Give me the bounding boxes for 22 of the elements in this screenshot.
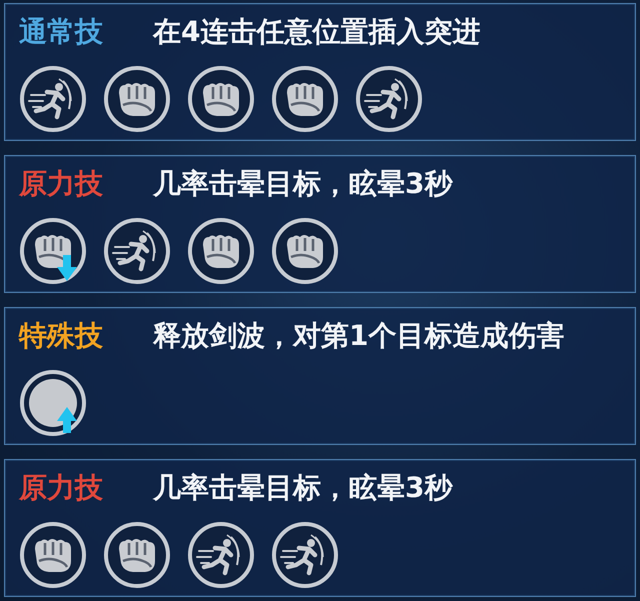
disc-icon xyxy=(19,369,87,437)
skill-type-title: 通常技 xyxy=(19,18,104,46)
skill-type-title: 原力技 xyxy=(19,170,104,198)
skill-type-title: 特殊技 xyxy=(19,322,104,350)
fist-icon xyxy=(271,217,339,285)
runner-icon xyxy=(355,65,423,133)
skill-description: 几率击晕目标，眩晕3秒 xyxy=(153,170,452,198)
fist-icon xyxy=(19,217,87,285)
skill-type-title: 原力技 xyxy=(19,474,104,502)
fist-icon xyxy=(19,521,87,589)
fist-icon xyxy=(187,217,255,285)
fist-icon xyxy=(187,65,255,133)
runner-icon xyxy=(187,521,255,589)
skill-description: 在4连击任意位置插入突进 xyxy=(153,18,480,46)
fist-icon xyxy=(103,521,171,589)
runner-icon xyxy=(271,521,339,589)
runner-icon xyxy=(103,217,171,285)
fist-icon xyxy=(103,65,171,133)
runner-icon xyxy=(19,65,87,133)
skill-description: 几率击晕目标，眩晕3秒 xyxy=(153,474,452,502)
skill-description: 释放剑波，对第1个目标造成伤害 xyxy=(153,322,564,350)
fist-icon xyxy=(271,65,339,133)
